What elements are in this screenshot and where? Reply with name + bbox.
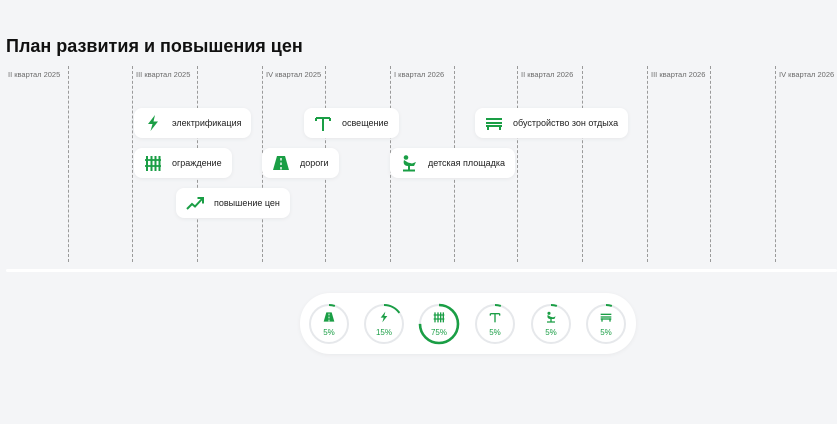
quarter-label: IV квартал 2025 — [266, 70, 322, 79]
section-divider — [6, 269, 837, 272]
bench-icon — [485, 114, 503, 132]
event-fencing[interactable]: ограждение — [134, 148, 232, 178]
progress-percent: 5% — [323, 328, 335, 337]
quarter-label: III квартал 2025 — [136, 70, 191, 79]
progress-panel: 5% 15% 75% 5% 5% 5% — [300, 293, 636, 354]
lightning-icon — [378, 310, 390, 323]
progress-ring-recreation-zones[interactable]: 5% — [585, 303, 627, 345]
progress-ring-playground[interactable]: 5% — [530, 303, 572, 345]
timeline-gridline — [775, 66, 776, 262]
timeline-gridline — [582, 66, 583, 262]
timeline-gridline — [68, 66, 69, 262]
event-recreation-zones[interactable]: обустройство зон отдыха — [475, 108, 629, 138]
quarter-label: IV квартал 2026 — [779, 70, 835, 79]
fence-icon — [433, 310, 445, 323]
progress-percent: 5% — [600, 328, 612, 337]
street-lamp-icon — [314, 114, 332, 132]
timeline-gridline — [647, 66, 648, 262]
page-title: План развития и повышения цен — [6, 36, 303, 56]
event-label: детская площадка — [428, 158, 506, 168]
progress-percent: 75% — [430, 328, 447, 337]
quarter-label: II квартал 2026 — [521, 70, 574, 79]
event-label: ограждение — [172, 158, 222, 168]
event-label: электрификация — [172, 118, 242, 128]
progress-ring-electrification[interactable]: 15% — [363, 303, 405, 345]
quarter-label: I квартал 2026 — [394, 70, 445, 79]
playground-icon — [545, 310, 557, 323]
event-label: обустройство зон отдыха — [513, 118, 619, 128]
playground-icon — [400, 154, 418, 172]
event-label: повышение цен — [214, 198, 280, 208]
street-lamp-icon — [489, 310, 501, 323]
road-icon — [272, 154, 290, 172]
lightning-icon — [144, 114, 162, 132]
fence-icon — [144, 154, 162, 172]
bench-icon — [600, 310, 612, 322]
event-lighting[interactable]: освещение — [304, 108, 399, 138]
event-price-increase[interactable]: повышение цен — [176, 188, 290, 218]
event-label: освещение — [342, 118, 389, 128]
progress-ring-roads[interactable]: 5% — [308, 303, 350, 345]
progress-percent: 5% — [489, 328, 501, 337]
timeline-gridline — [517, 66, 518, 262]
timeline-gridline — [710, 66, 711, 262]
progress-ring-lighting[interactable]: 5% — [474, 303, 516, 345]
quarter-label: II квартал 2025 — [8, 70, 61, 79]
quarter-label: III квартал 2026 — [651, 70, 706, 79]
event-electrification[interactable]: электрификация — [134, 108, 252, 138]
trend-up-icon — [186, 194, 204, 212]
progress-percent: 15% — [375, 328, 392, 337]
timeline-gridline — [132, 66, 133, 262]
progress-ring-fencing[interactable]: 75% — [418, 303, 460, 345]
event-roads[interactable]: дороги — [262, 148, 339, 178]
event-label: дороги — [300, 158, 329, 168]
road-icon — [323, 310, 335, 322]
progress-percent: 5% — [545, 328, 557, 337]
event-playground[interactable]: детская площадка — [390, 148, 516, 178]
